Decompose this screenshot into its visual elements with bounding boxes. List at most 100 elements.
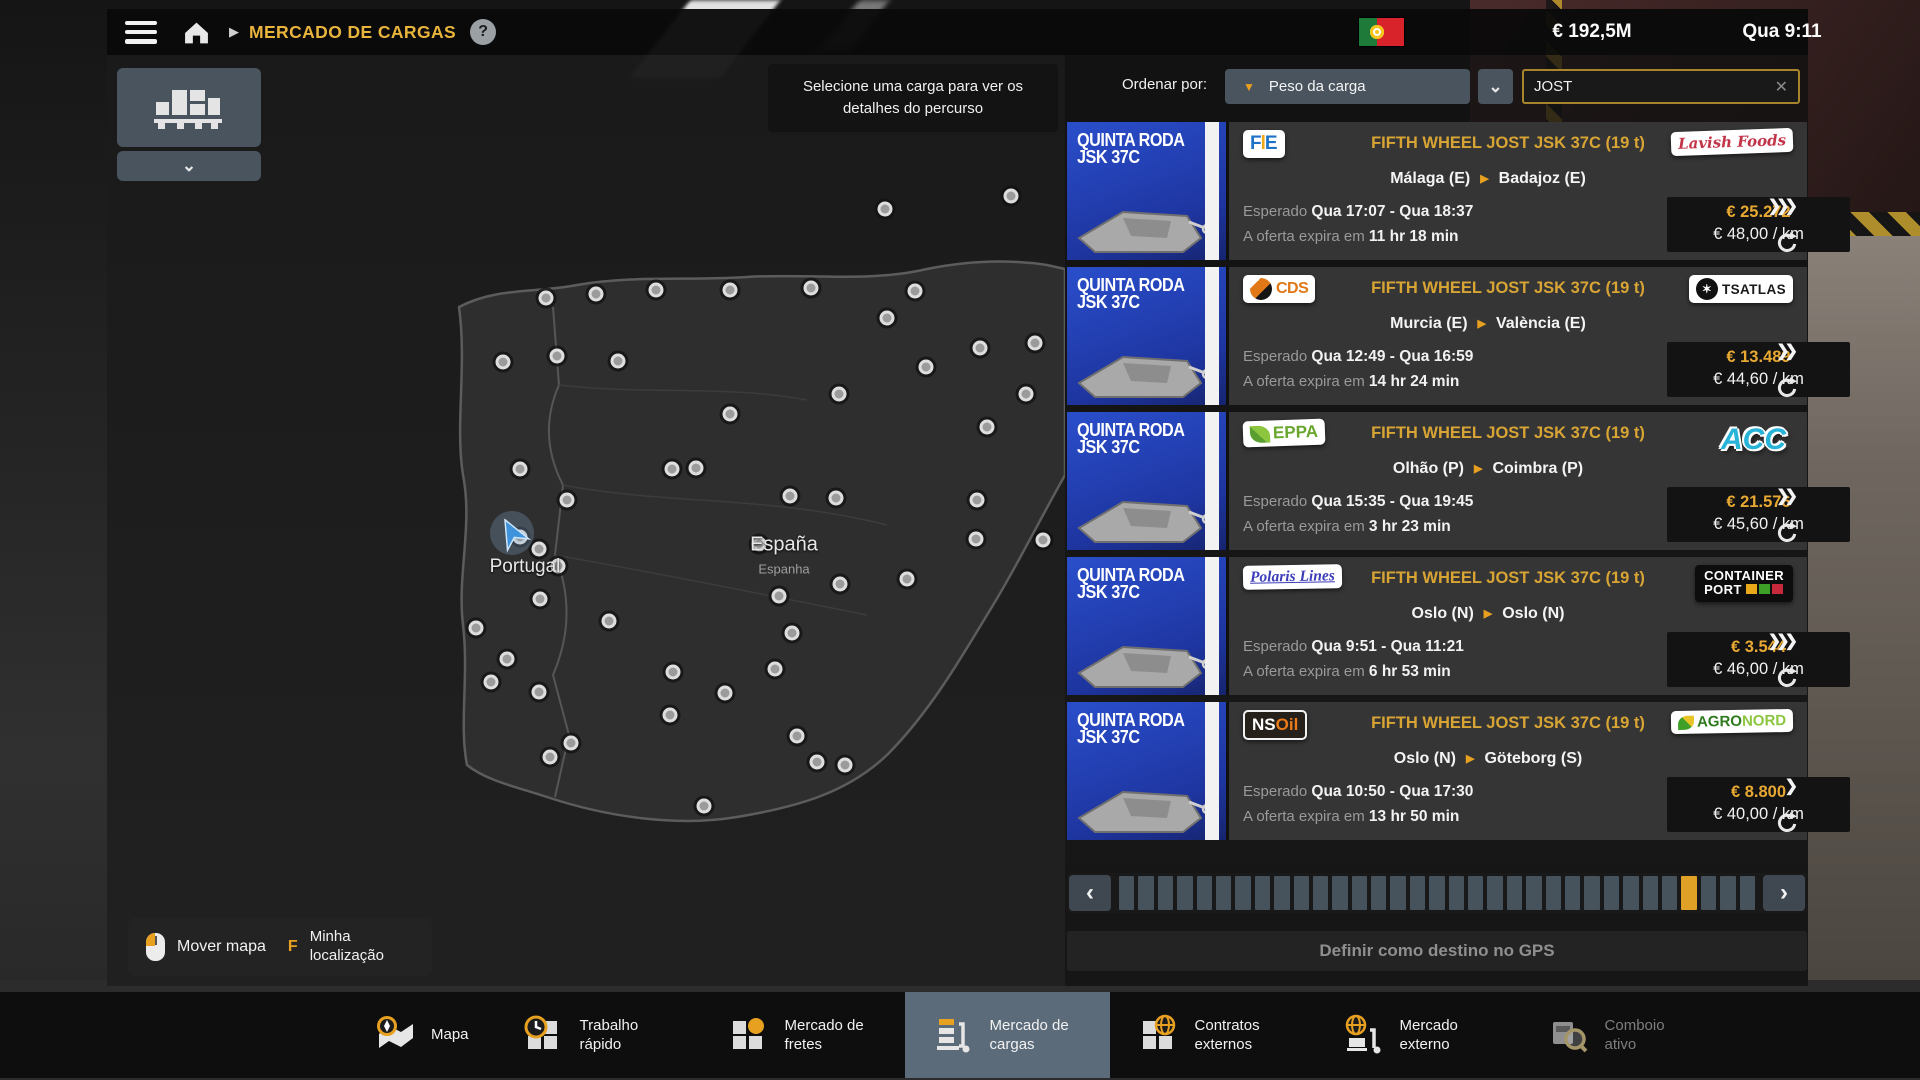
city-dot[interactable] (908, 284, 923, 299)
city-dot[interactable] (980, 420, 995, 435)
page-tick[interactable] (1701, 876, 1716, 910)
city-dot[interactable] (663, 708, 678, 723)
city-dot[interactable] (602, 614, 617, 629)
city-dot[interactable] (723, 407, 738, 422)
city-dot[interactable] (973, 341, 988, 356)
nav-mapa[interactable]: Mapa (346, 992, 495, 1078)
page-tick[interactable] (1332, 876, 1347, 910)
page-tick[interactable] (1604, 876, 1619, 910)
page-tick[interactable] (1352, 876, 1367, 910)
city-dot[interactable] (718, 686, 733, 701)
page-tick[interactable] (1255, 876, 1270, 910)
page-tick[interactable] (1487, 876, 1502, 910)
page-tick[interactable] (1526, 876, 1541, 910)
nav-contratos-externos[interactable]: Contratos externos (1110, 992, 1315, 1078)
city-dot[interactable] (666, 665, 681, 680)
page-tick[interactable] (1468, 876, 1483, 910)
sort-dropdown[interactable]: ▼ Peso da carga (1225, 69, 1470, 104)
city-dot[interactable] (496, 355, 511, 370)
clear-search-icon[interactable]: ✕ (1775, 77, 1798, 97)
city-dot[interactable] (804, 281, 819, 296)
city-dot[interactable] (689, 461, 704, 476)
nav-trabalho-rapido[interactable]: Trabalho rápido (495, 992, 700, 1078)
city-dot[interactable] (1028, 336, 1043, 351)
city-dot[interactable] (697, 799, 712, 814)
city-dot[interactable] (611, 354, 626, 369)
city-dot[interactable] (564, 736, 579, 751)
city-dot[interactable] (589, 287, 604, 302)
city-dot[interactable] (772, 589, 787, 604)
cargo-offer-card[interactable]: QUINTA RODAJSK 37C NSOil FIFTH WHEEL JOS… (1067, 702, 1807, 840)
city-dot[interactable] (649, 283, 664, 298)
page-tick[interactable] (1138, 876, 1153, 910)
city-dot[interactable] (783, 489, 798, 504)
page-back-button[interactable]: ‹ (1069, 875, 1111, 911)
city-dot[interactable] (832, 387, 847, 402)
city-dot[interactable] (829, 491, 844, 506)
page-tick[interactable] (1371, 876, 1386, 910)
page-tick[interactable] (1158, 876, 1173, 910)
page-tick[interactable] (1720, 876, 1735, 910)
city-dot[interactable] (900, 572, 915, 587)
page-tick[interactable] (1294, 876, 1309, 910)
city-dot[interactable] (469, 621, 484, 636)
city-dot[interactable] (878, 202, 893, 217)
help-icon[interactable]: ? (470, 19, 496, 45)
sort-direction-button[interactable]: ⌄ (1478, 69, 1513, 104)
search-input[interactable] (1524, 78, 1775, 95)
cargo-offer-card[interactable]: QUINTA RODAJSK 37C EPPA FIFTH WHEEL JOST… (1067, 412, 1807, 550)
route-map[interactable]: España Espanha Portugal (107, 55, 1065, 986)
page-tick[interactable] (1643, 876, 1658, 910)
city-dot[interactable] (833, 577, 848, 592)
city-dot[interactable] (1004, 189, 1019, 204)
nav-mercado-de-fretes[interactable]: Mercado de fretes (700, 992, 905, 1078)
page-tick[interactable] (1740, 876, 1755, 910)
city-dot[interactable] (768, 662, 783, 677)
city-dot[interactable] (532, 685, 547, 700)
city-dot[interactable] (543, 750, 558, 765)
page-tick[interactable] (1662, 876, 1677, 910)
city-dot[interactable] (513, 462, 528, 477)
page-tick[interactable] (1119, 876, 1134, 910)
collapse-button[interactable]: ⌄ (117, 151, 261, 181)
city-dot[interactable] (838, 758, 853, 773)
city-dot[interactable] (970, 493, 985, 508)
page-tick[interactable] (1507, 876, 1522, 910)
menu-icon[interactable] (125, 21, 157, 44)
set-gps-destination-button[interactable]: Definir como destino no GPS (1067, 931, 1807, 971)
page-forward-button[interactable]: › (1763, 875, 1805, 911)
page-tick[interactable] (1390, 876, 1405, 910)
city-dot[interactable] (790, 729, 805, 744)
trailer-browser-button[interactable] (117, 68, 261, 147)
page-tick[interactable] (1197, 876, 1212, 910)
city-dot[interactable] (1036, 533, 1051, 548)
page-tick[interactable] (1546, 876, 1561, 910)
nav-mercado-de-cargas[interactable]: Mercado de cargas (905, 992, 1110, 1078)
home-icon[interactable] (179, 17, 213, 47)
nav-mercado-externo[interactable]: Mercado externo (1315, 992, 1520, 1078)
city-dot[interactable] (560, 493, 575, 508)
city-dot[interactable] (810, 755, 825, 770)
page-tick[interactable] (1623, 876, 1638, 910)
page-tick[interactable] (1584, 876, 1599, 910)
page-tick[interactable] (1565, 876, 1580, 910)
city-dot[interactable] (665, 462, 680, 477)
city-dot[interactable] (484, 675, 499, 690)
page-tick[interactable] (1235, 876, 1250, 910)
page-tick[interactable] (1429, 876, 1444, 910)
cargo-offer-card[interactable]: QUINTA RODAJSK 37C CDS FIFTH WHEEL JOST … (1067, 267, 1807, 405)
cargo-offer-card[interactable]: QUINTA RODAJSK 37C FlE FIFTH WHEEL JOST … (1067, 122, 1807, 260)
city-dot[interactable] (723, 283, 738, 298)
city-dot[interactable] (1019, 387, 1034, 402)
city-dot[interactable] (880, 311, 895, 326)
page-tick[interactable] (1216, 876, 1231, 910)
page-tick-active[interactable] (1681, 876, 1696, 910)
page-tick[interactable] (1410, 876, 1425, 910)
cargo-offer-card[interactable]: QUINTA RODAJSK 37C Polaris Lines FIFTH W… (1067, 557, 1807, 695)
nav-comboio-ativo[interactable]: Comboio ativo (1520, 992, 1725, 1078)
city-dot[interactable] (533, 592, 548, 607)
city-dot[interactable] (969, 532, 984, 547)
page-tick[interactable] (1274, 876, 1289, 910)
page-tick[interactable] (1313, 876, 1328, 910)
page-tick[interactable] (1177, 876, 1192, 910)
